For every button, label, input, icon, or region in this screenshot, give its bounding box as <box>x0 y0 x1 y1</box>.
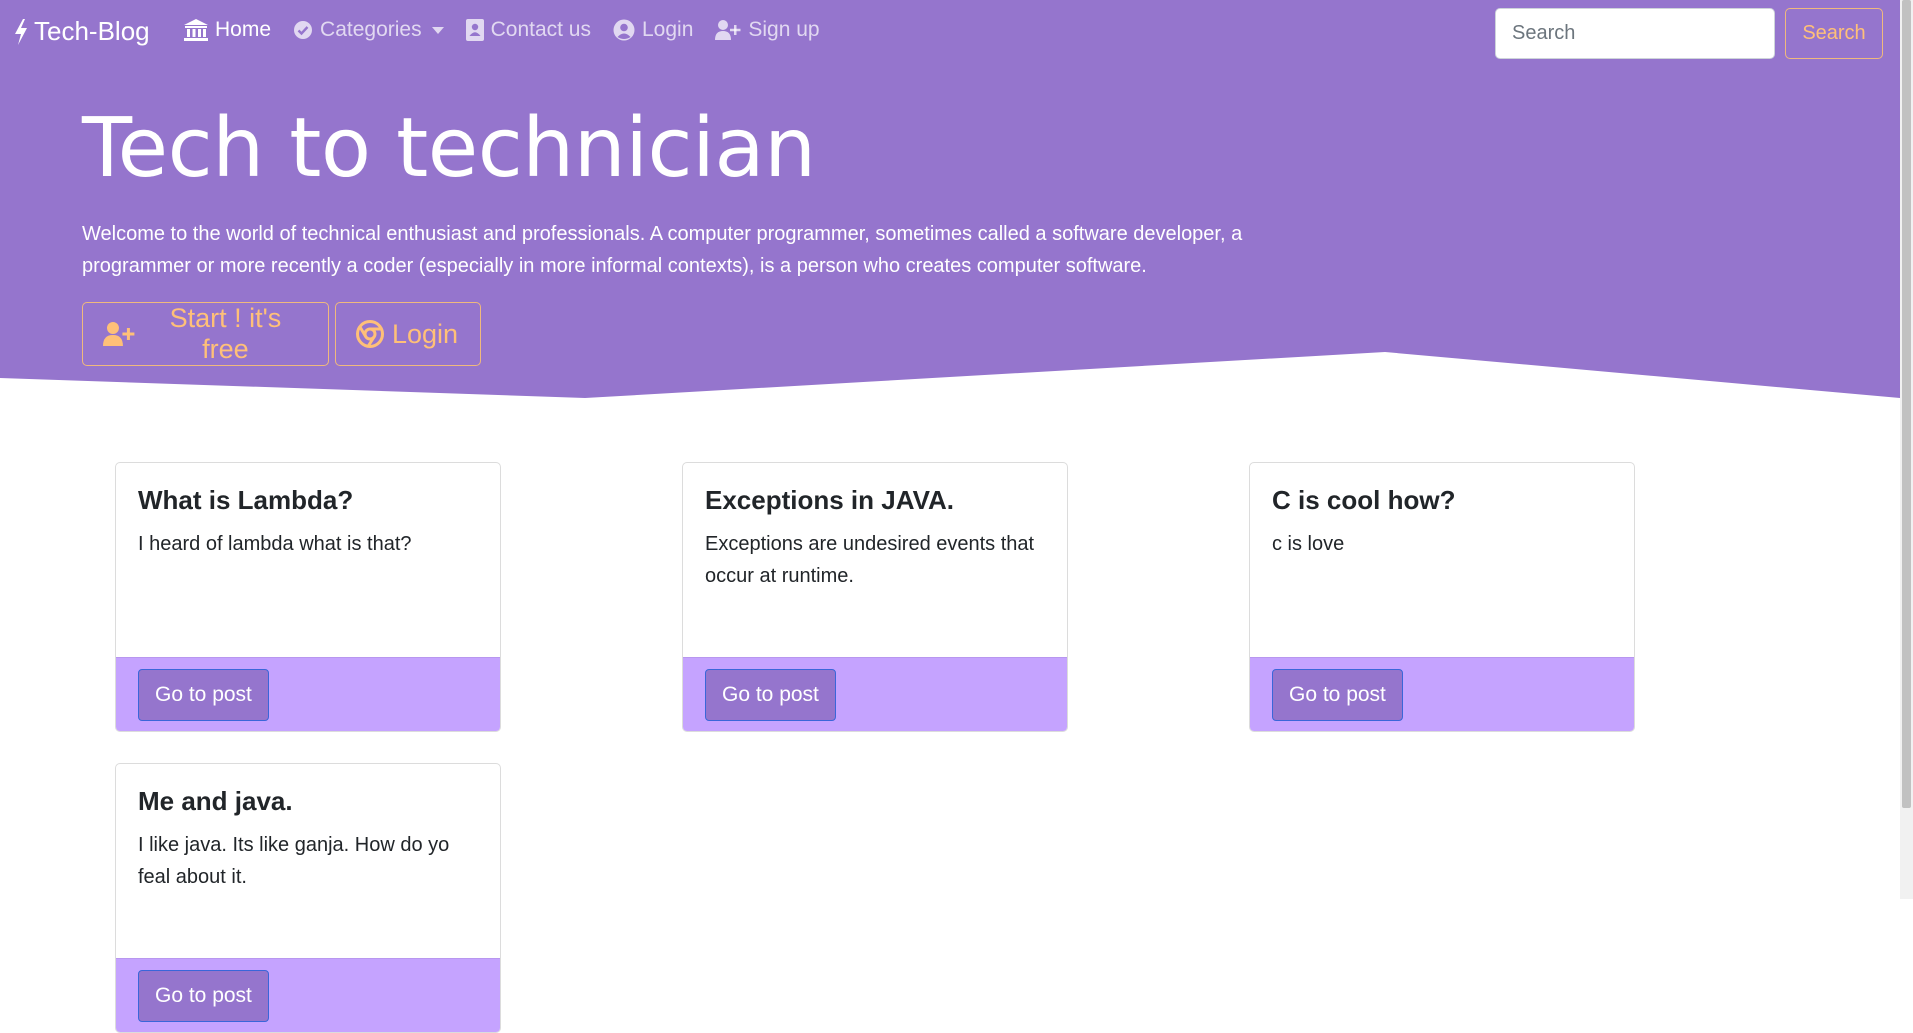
search-input[interactable] <box>1495 8 1775 59</box>
nav-home[interactable]: Home <box>184 18 271 42</box>
nav-contact-label: Contact us <box>490 18 591 41</box>
post-card: C is cool how? c is love Go to post <box>1249 462 1635 732</box>
card-title: Me and java. <box>138 786 293 816</box>
address-book-icon <box>465 19 484 41</box>
hero-login-label: Login <box>392 318 459 349</box>
go-to-post-button[interactable]: Go to post <box>138 969 269 1022</box>
card-footer: Go to post <box>683 657 1067 731</box>
card-text: I like java. Its like ganja. How do yo f… <box>138 834 450 888</box>
search-button[interactable]: Search <box>1785 8 1883 59</box>
brand-label: Tech-Blog <box>34 16 150 46</box>
card-body: C is cool how? c is love <box>1250 463 1634 657</box>
post-card: Me and java. I like java. Its like ganja… <box>115 763 501 1033</box>
card-title: What is Lambda? <box>138 485 354 515</box>
card-title: Exceptions in JAVA. <box>705 485 954 515</box>
post-card: Exceptions in JAVA. Exceptions are undes… <box>682 462 1068 732</box>
check-circle-icon <box>294 21 313 39</box>
card-body: What is Lambda? I heard of lambda what i… <box>116 463 500 657</box>
scrollbar-thumb[interactable] <box>1902 0 1911 808</box>
card-footer: Go to post <box>116 958 500 1032</box>
go-to-post-button[interactable]: Go to post <box>1272 668 1403 721</box>
go-to-post-button[interactable]: Go to post <box>138 668 269 721</box>
card-text: I heard of lambda what is that? <box>138 533 412 555</box>
start-free-label: Start ! it's free <box>169 303 282 364</box>
user-plus-icon <box>103 322 135 346</box>
bolt-icon <box>15 18 27 45</box>
hero-login-button[interactable]: Login <box>335 302 481 366</box>
nav-categories-label: Categories <box>320 18 422 41</box>
bank-icon <box>184 19 208 41</box>
card-title: C is cool how? <box>1272 485 1456 515</box>
start-free-button[interactable]: Start ! it's free <box>82 302 329 366</box>
navbar: Tech-Blog Home Categories Contact us Log… <box>0 0 1900 68</box>
card-footer: Go to post <box>116 657 500 731</box>
card-text: Exceptions are undesired events that occ… <box>705 533 1035 587</box>
brand-link[interactable]: Tech-Blog <box>14 16 150 47</box>
card-text: c is love <box>1272 533 1345 555</box>
hero-description: Welcome to the world of technical enthus… <box>82 223 1243 277</box>
nav-categories-dropdown[interactable]: Categories <box>293 18 444 42</box>
go-to-post-button[interactable]: Go to post <box>705 668 836 721</box>
user-circle-icon <box>613 19 635 41</box>
chevron-down-icon <box>431 26 444 34</box>
nav-login[interactable]: Login <box>613 18 693 42</box>
nav-contact[interactable]: Contact us <box>465 18 591 42</box>
user-plus-icon <box>715 20 741 40</box>
card-footer: Go to post <box>1250 657 1634 731</box>
nav-home-label: Home <box>215 18 272 41</box>
nav-login-label: Login <box>641 18 694 41</box>
card-body: Me and java. I like java. Its like ganja… <box>116 764 500 958</box>
nav-signup-label: Sign up <box>748 18 820 41</box>
chrome-icon <box>356 320 384 348</box>
post-card: What is Lambda? I heard of lambda what i… <box>115 462 501 732</box>
card-body: Exceptions in JAVA. Exceptions are undes… <box>683 463 1067 657</box>
hero-title: Tech to technician <box>82 101 816 196</box>
nav-signup[interactable]: Sign up <box>715 18 820 42</box>
nav-menu: Home Categories Contact us Login Sign up <box>184 18 842 42</box>
